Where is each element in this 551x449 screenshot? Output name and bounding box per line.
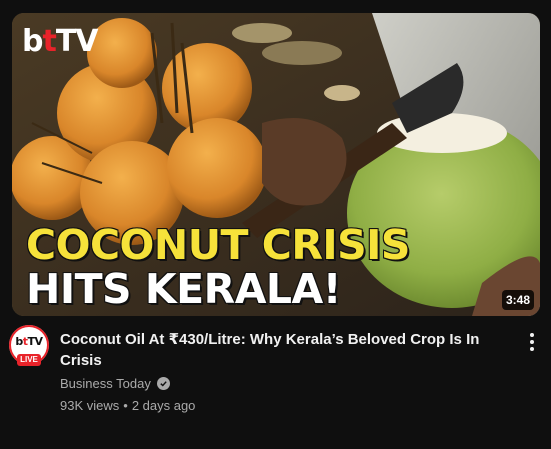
video-card: btTV COCONUT CRISIS HITS KERALA! 3:48 bt… <box>0 0 551 449</box>
video-metadata: 93K views • 2 days ago <box>60 398 195 413</box>
video-title[interactable]: Coconut Oil At ₹430/Litre: Why Kerala’s … <box>60 329 490 371</box>
avatar-logo: btTV <box>15 335 43 348</box>
video-thumbnail[interactable]: btTV COCONUT CRISIS HITS KERALA! 3:48 <box>12 13 540 316</box>
meta-separator: • <box>123 398 128 413</box>
more-vertical-icon[interactable] <box>520 330 544 354</box>
channel-avatar[interactable]: btTV LIVE <box>9 325 49 366</box>
live-badge: LIVE <box>17 354 41 366</box>
check-circle-icon <box>156 377 170 390</box>
view-count: 93K views <box>60 398 120 413</box>
channel-name-link[interactable]: Business Today <box>60 376 170 391</box>
headline-line-2: HITS KERALA! <box>26 265 341 313</box>
duration-badge: 3:48 <box>501 290 534 310</box>
bttv-logo: btTV <box>22 24 99 59</box>
upload-age: 2 days ago <box>131 398 196 413</box>
thumbnail-headline: COCONUT CRISIS HITS KERALA! <box>25 221 526 313</box>
headline-line-1: COCONUT CRISIS <box>25 221 411 269</box>
channel-name: Business Today <box>60 376 151 391</box>
